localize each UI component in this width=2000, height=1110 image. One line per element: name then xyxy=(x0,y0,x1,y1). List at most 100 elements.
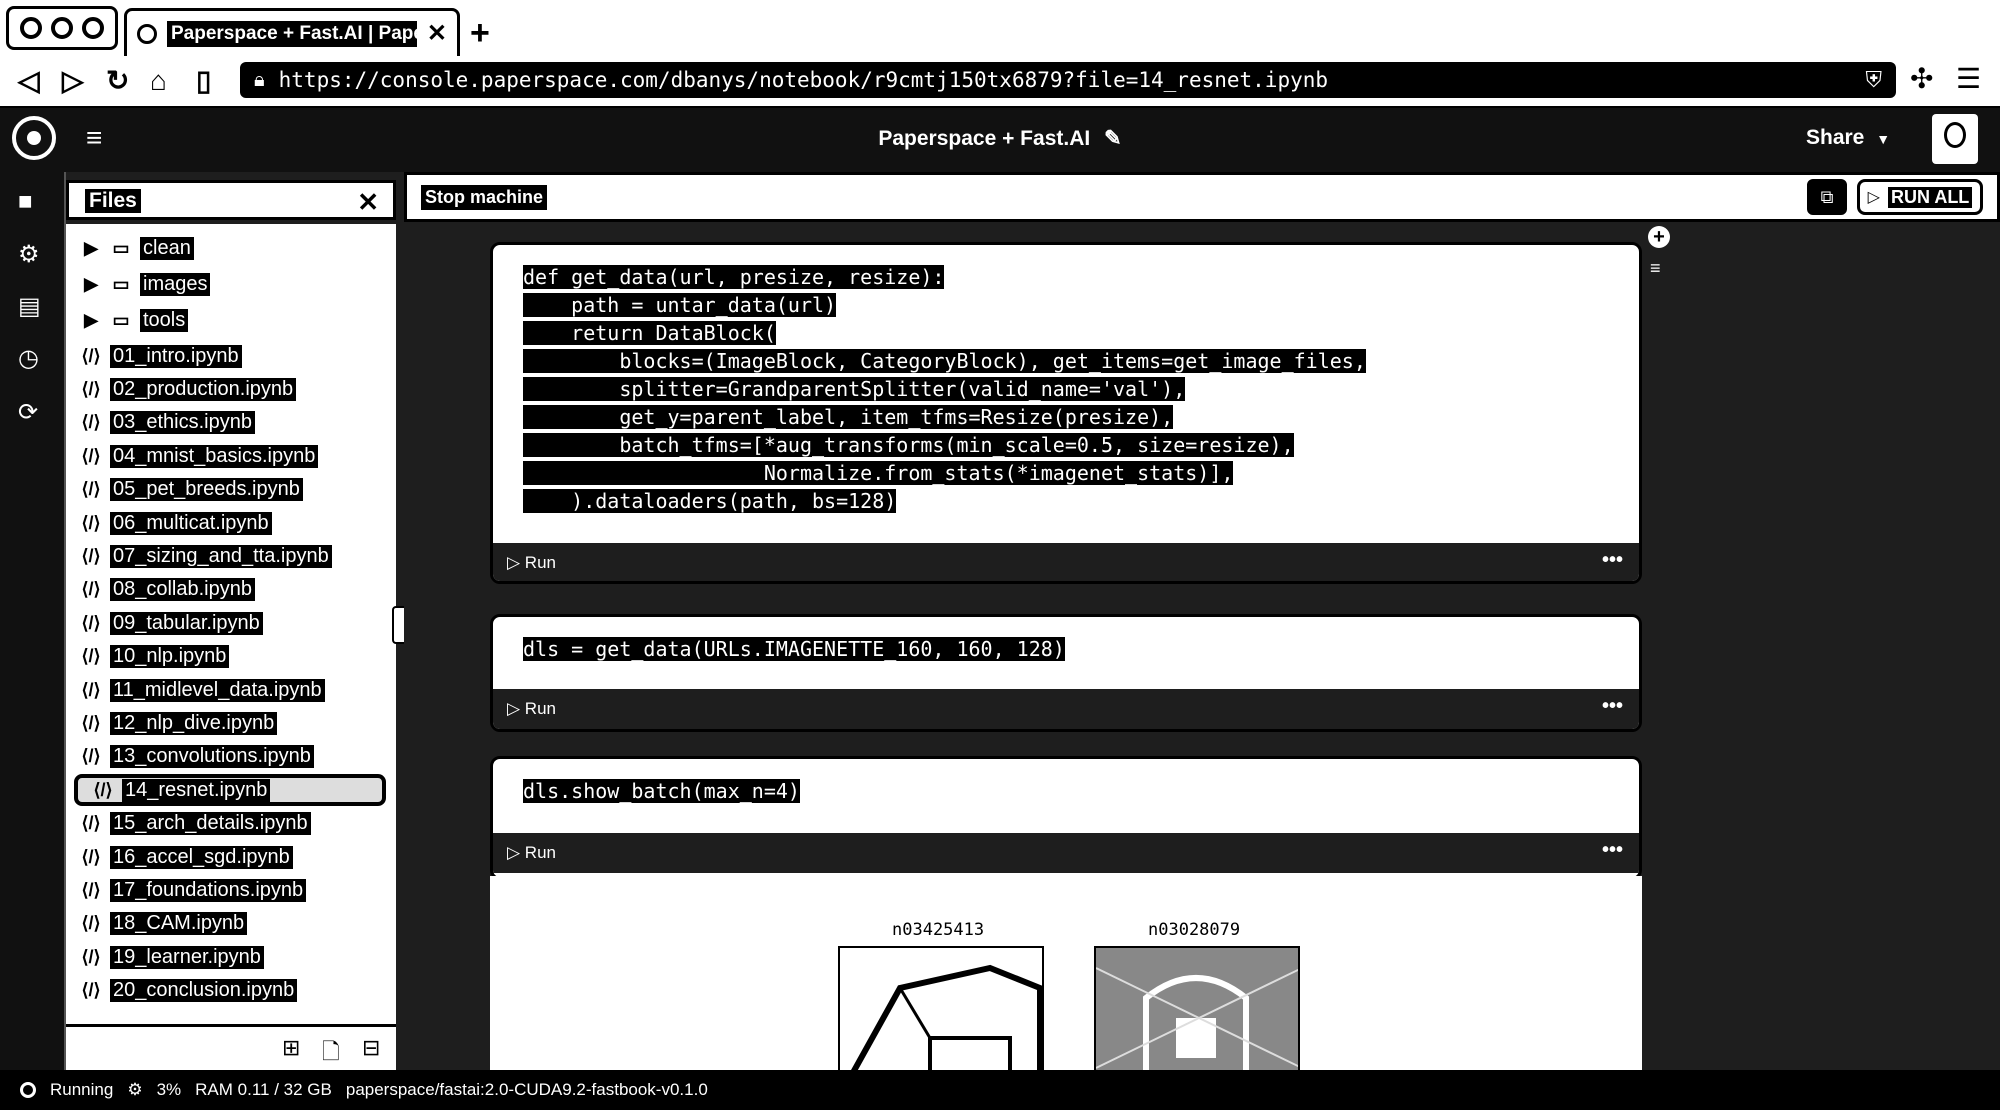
file-item[interactable]: ⟨/⟩ 06_multicat.ipynb xyxy=(66,507,396,539)
file-item[interactable]: ⟨/⟩ 08_collab.ipynb xyxy=(66,574,396,606)
cell-run-bar: ▷ Run ••• xyxy=(493,543,1639,581)
new-file-icon[interactable]: 🗋︎ xyxy=(322,1035,340,1073)
code-editor[interactable]: dls = get_data(URLs.IMAGENETTE_160, 160,… xyxy=(523,635,1065,663)
run-all-label: RUN ALL xyxy=(1887,186,1973,208)
new-terminal-icon[interactable]: ⊞ xyxy=(282,1035,300,1061)
close-tab-icon[interactable]: ✕ xyxy=(427,19,447,48)
folder-item[interactable]: ▶ ▭ tools xyxy=(66,304,396,336)
cell-output: n03425413 n03028079 xyxy=(490,876,1642,1070)
folder-icon[interactable]: ■ xyxy=(18,188,33,216)
cell-options-icon[interactable]: ≡ xyxy=(1650,258,1661,279)
file-item[interactable]: ⟨/⟩ 07_sizing_and_tta.ipynb xyxy=(66,540,396,572)
run-cell-button[interactable]: ▷ Run xyxy=(507,553,556,573)
file-item[interactable]: ⟨/⟩ 16_accel_sgd.ipynb xyxy=(66,841,396,873)
more-options-icon[interactable]: ••• xyxy=(1602,549,1623,572)
expand-arrow-icon[interactable]: ▶ xyxy=(80,238,102,259)
code-line: return DataBlock( xyxy=(523,321,776,345)
file-item[interactable]: ⟨/⟩ 10_nlp.ipynb xyxy=(66,641,396,673)
file-label: 11_midlevel_data.ipynb xyxy=(110,678,325,702)
edit-icon[interactable]: ✎ xyxy=(1104,127,1122,150)
code-editor[interactable]: def get_data(url, presize, resize): path… xyxy=(523,263,1366,515)
file-label: 09_tabular.ipynb xyxy=(110,611,263,635)
layout-toggle-icon[interactable]: ⧉ xyxy=(1807,179,1847,215)
file-item[interactable]: ⟨/⟩ 03_ethics.ipynb xyxy=(66,407,396,439)
image-label: n03425413 xyxy=(892,920,985,940)
notebook-file-icon: ⟨/⟩ xyxy=(81,612,101,633)
reload-icon[interactable]: ↻ xyxy=(106,64,129,98)
code-line: path = untar_data(url) xyxy=(523,293,837,317)
stop-machine-button[interactable]: Stop machine xyxy=(421,185,548,210)
code-cell-1[interactable]: def get_data(url, presize, resize): path… xyxy=(490,242,1642,584)
new-tab-button[interactable]: + xyxy=(470,14,490,53)
clock-icon[interactable]: ◷ xyxy=(18,344,39,373)
extensions-icon[interactable]: ✣ xyxy=(1910,62,1933,95)
tab-title: Paperspace + Fast.AI | Papersp xyxy=(167,20,417,47)
file-item[interactable]: ⟨/⟩ 17_foundations.ipynb xyxy=(66,874,396,906)
file-item[interactable]: ⟨/⟩ 01_intro.ipynb xyxy=(66,340,396,372)
file-label: 17_foundations.ipynb xyxy=(110,878,307,902)
file-item[interactable]: ⟨/⟩ 15_arch_details.ipynb xyxy=(66,808,396,840)
more-options-icon[interactable]: ••• xyxy=(1602,839,1623,862)
code-line: dls = get_data(URLs.IMAGENETTE_160, 160,… xyxy=(523,637,1065,661)
file-item[interactable]: ⟨/⟩ 05_pet_breeds.ipynb xyxy=(66,474,396,506)
file-label: 08_collab.ipynb xyxy=(110,578,255,602)
cpu-icon[interactable]: ⚙ xyxy=(18,240,40,269)
browser-menu-icon[interactable]: ☰ xyxy=(1956,62,1981,95)
file-item[interactable]: ⟨/⟩ 11_midlevel_data.ipynb xyxy=(66,674,396,706)
code-cell-3[interactable]: dls.show_batch(max_n=4) ▷ Run ••• xyxy=(490,756,1642,880)
status-bar: Running ⚙ 3% RAM 0.11 / 32 GB paperspace… xyxy=(0,1070,2000,1110)
file-item[interactable]: ⟨/⟩ 19_learner.ipynb xyxy=(66,941,396,973)
avatar[interactable] xyxy=(1932,114,1978,164)
minimize-window-button[interactable] xyxy=(50,17,73,39)
folder-item[interactable]: ▶ ▭ images xyxy=(66,268,396,300)
document-icon[interactable]: ▤ xyxy=(18,292,41,321)
notebook-file-icon: ⟨/⟩ xyxy=(93,779,113,800)
refresh-icon[interactable]: ⟳ xyxy=(18,398,38,427)
file-label: 10_nlp.ipynb xyxy=(110,645,230,669)
share-button[interactable]: Share ▼ xyxy=(1806,126,1890,150)
file-item[interactable]: ⟨/⟩ 18_CAM.ipynb xyxy=(66,908,396,940)
notebook-file-icon: ⟨/⟩ xyxy=(81,646,101,667)
brave-shield-icon[interactable]: ⛨ xyxy=(1865,67,1882,93)
home-icon[interactable]: ⌂ xyxy=(150,64,167,98)
run-cell-button[interactable]: ▷ Run xyxy=(507,699,556,719)
close-icon[interactable]: ✕ xyxy=(357,187,379,218)
forward-icon[interactable]: ▷ xyxy=(62,64,84,98)
file-item[interactable]: ⟨/⟩ 04_mnist_basics.ipynb xyxy=(66,440,396,472)
file-item[interactable]: ⟨/⟩ 13_convolutions.ipynb xyxy=(66,741,396,773)
address-bar[interactable]: 🔒︎ https://console.paperspace.com/dbanys… xyxy=(240,62,1896,98)
code-line: blocks=(ImageBlock, CategoryBlock), get_… xyxy=(523,349,1366,373)
file-label: 06_multicat.ipynb xyxy=(110,511,272,535)
file-item[interactable]: ⟨/⟩ 12_nlp_dive.ipynb xyxy=(66,707,396,739)
notebook-file-icon: ⟨/⟩ xyxy=(81,712,101,733)
back-icon[interactable]: ◁ xyxy=(18,64,40,98)
expand-arrow-icon[interactable]: ▶ xyxy=(80,310,102,331)
file-item[interactable]: ⟨/⟩ 20_conclusion.ipynb xyxy=(66,975,396,1007)
notebook-file-icon: ⟨/⟩ xyxy=(81,412,101,433)
file-item[interactable]: ⟨/⟩ 02_production.ipynb xyxy=(66,373,396,405)
run-all-button[interactable]: ▷ RUN ALL xyxy=(1857,179,1983,215)
file-item[interactable]: ⟨/⟩ 14_resnet.ipynb xyxy=(74,774,386,807)
maximize-window-button[interactable] xyxy=(82,17,105,39)
notebook-title[interactable]: Paperspace + Fast.AI ✎ xyxy=(0,126,2000,151)
window-controls[interactable] xyxy=(6,6,118,50)
expand-arrow-icon[interactable]: ▶ xyxy=(80,274,102,295)
new-folder-icon[interactable]: ⊟ xyxy=(362,1035,380,1061)
file-list: ▶ ▭ clean ▶ ▭ images ▶ ▭ tools ⟨/⟩ 01_intro.ipynb ⟨… xyxy=(66,224,396,1024)
notebook-body: + ≡ def get_data(url, presize, resize): … xyxy=(404,222,2000,1070)
file-label: 16_accel_sgd.ipynb xyxy=(110,845,293,869)
bookmark-icon[interactable]: ▯ xyxy=(196,64,211,98)
notebook-file-icon: ⟨/⟩ xyxy=(81,913,101,934)
more-options-icon[interactable]: ••• xyxy=(1602,695,1623,718)
file-item[interactable]: ⟨/⟩ 09_tabular.ipynb xyxy=(66,607,396,639)
code-editor[interactable]: dls.show_batch(max_n=4) xyxy=(523,777,800,805)
play-icon: ▷ xyxy=(1867,189,1880,206)
folder-item[interactable]: ▶ ▭ clean xyxy=(66,232,396,264)
close-window-button[interactable] xyxy=(19,17,42,39)
url-text[interactable]: https://console.paperspace.com/dbanys/no… xyxy=(279,68,1852,92)
code-cell-2[interactable]: dls = get_data(URLs.IMAGENETTE_160, 160,… xyxy=(490,614,1642,732)
cpu-icon: ⚙ xyxy=(127,1080,143,1099)
add-cell-icon[interactable]: + xyxy=(1648,226,1670,248)
browser-tab[interactable]: Paperspace + Fast.AI | Papersp ✕ xyxy=(124,8,460,56)
run-cell-button[interactable]: ▷ Run xyxy=(507,843,556,863)
